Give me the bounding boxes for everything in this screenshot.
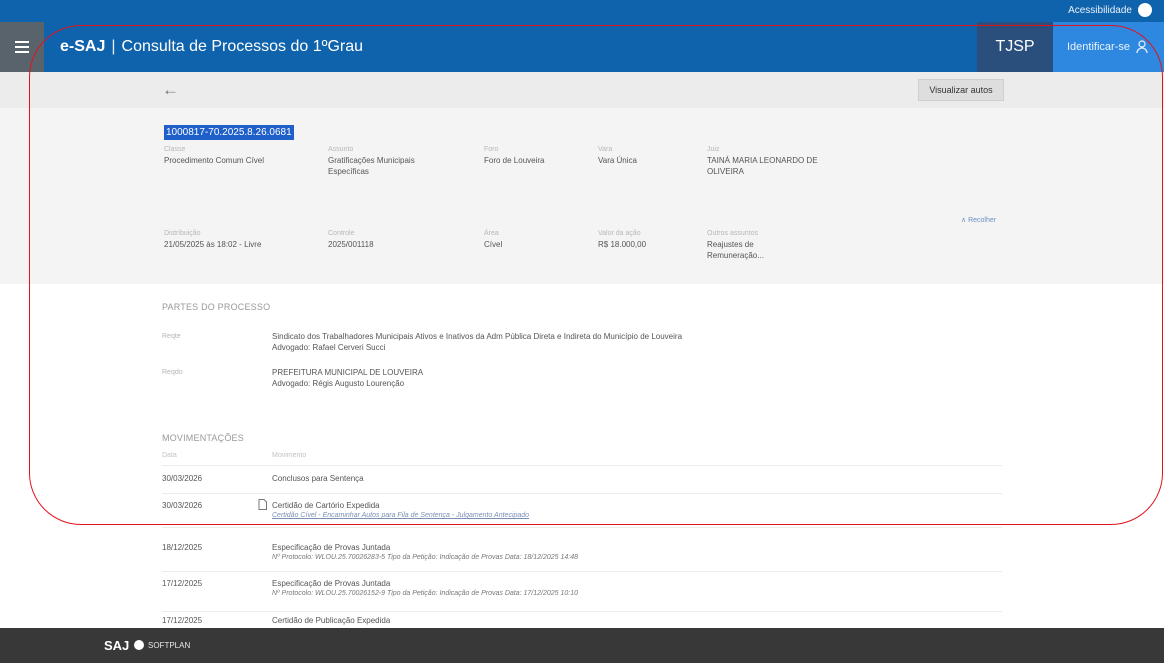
field-value: Vara Única bbox=[598, 156, 637, 165]
field-value: 21/05/2025 às 18:02 - Livre bbox=[164, 240, 262, 249]
action-bar: ← Visualizar autos bbox=[0, 72, 1164, 108]
menu-icon[interactable] bbox=[0, 22, 44, 72]
movement-row: 18/12/2025 Especificação de Provas Junta… bbox=[162, 536, 1002, 572]
movement-row: 17/12/2025 Especificação de Provas Junta… bbox=[162, 572, 1002, 612]
movement-detail-link[interactable]: Certidão Cível - Encaminhar Autos para F… bbox=[272, 512, 992, 519]
movement-row: 17/12/2025 Certidão de Publicação Expedi… bbox=[162, 612, 1002, 628]
movements-header: Data Movimento bbox=[162, 452, 1002, 466]
field-outros-assuntos: Outros assuntos Reajustes de Remuneração… bbox=[707, 228, 787, 261]
movement-text: Certidão de Publicação Expedida bbox=[272, 616, 391, 625]
footer: SAJ SOFTPLAN bbox=[0, 628, 1164, 663]
movement-row: 30/03/2026 Conclusos para Sentença bbox=[162, 467, 1002, 494]
field-controle: Controle 2025/001118 bbox=[328, 228, 438, 250]
field-juiz: Juiz TAINÁ MARIA LEONARDO DE OLIVEIRA bbox=[707, 144, 847, 177]
parties-title: PARTES DO PROCESSO bbox=[162, 302, 271, 312]
tjsp-logo[interactable]: TJSP bbox=[977, 22, 1053, 72]
document-icon[interactable] bbox=[258, 499, 267, 513]
field-label: Foro bbox=[484, 146, 499, 153]
field-assunto: Assunto Gratificações Municipais Específ… bbox=[328, 144, 438, 177]
identify-button[interactable]: Identificar-se bbox=[1053, 22, 1164, 72]
movement-detail: Nº Protocolo: WLOU.25.70026152-9 Tipo da… bbox=[272, 590, 579, 597]
field-classe: Classe Procedimento Comum Cível bbox=[164, 144, 314, 166]
movements-title: MOVIMENTAÇÕES bbox=[162, 433, 244, 443]
field-area: Área Cível bbox=[484, 228, 584, 250]
process-details: 1000817-70.2025.8.26.0681 Classe Procedi… bbox=[0, 108, 1164, 284]
field-label: Controle bbox=[328, 230, 355, 237]
navbar: e-SAJ | Consulta de Processos do 1ºGrau … bbox=[0, 22, 1164, 72]
field-label: Classe bbox=[164, 146, 186, 153]
field-label: Outros assuntos bbox=[707, 230, 758, 237]
saj-logo: SAJ bbox=[104, 638, 130, 653]
field-value[interactable]: Reajustes de Remuneração... bbox=[707, 240, 764, 260]
accessibility-label: Acessibilidade bbox=[1068, 4, 1132, 16]
accessibility-link[interactable]: Acessibilidade bbox=[1068, 3, 1152, 17]
party-lawyer: Advogado: Régis Augusto Lourenção bbox=[272, 379, 405, 388]
accessibility-icon bbox=[1138, 3, 1152, 17]
movement-date: 18/12/2025 bbox=[162, 543, 203, 552]
party-name: PREFEITURA MUNICIPAL DE LOUVEIRA bbox=[272, 368, 424, 377]
movement-date: 17/12/2025 bbox=[162, 616, 203, 625]
col-movement: Movimento bbox=[272, 452, 307, 459]
party-role: Reqte bbox=[162, 333, 181, 340]
movement-text: Especificação de Provas Juntada bbox=[272, 543, 391, 552]
col-date: Data bbox=[162, 452, 177, 459]
top-strip: Acessibilidade bbox=[0, 0, 1164, 22]
view-docs-button[interactable]: Visualizar autos bbox=[918, 79, 1004, 101]
process-number[interactable]: 1000817-70.2025.8.26.0681 bbox=[164, 125, 294, 140]
field-value: TAINÁ MARIA LEONARDO DE OLIVEIRA bbox=[707, 156, 818, 176]
movement-date: 17/12/2025 bbox=[162, 579, 203, 588]
field-value: R$ 18.000,00 bbox=[598, 240, 647, 249]
field-value: Procedimento Comum Cível bbox=[164, 156, 265, 165]
field-value: 2025/001118 bbox=[328, 240, 374, 249]
party-role: Reqdo bbox=[162, 369, 183, 376]
movement-text: Especificação de Provas Juntada bbox=[272, 579, 391, 588]
field-distribuicao: Distribuição 21/05/2025 às 18:02 - Livre bbox=[164, 228, 314, 250]
movement-text: Conclusos para Sentença bbox=[272, 474, 364, 483]
user-icon bbox=[1136, 40, 1148, 54]
party-name: Sindicato dos Trabalhadores Municipais A… bbox=[272, 332, 683, 341]
movement-row: 30/03/2026 Certidão de Cartório Expedida… bbox=[162, 494, 1002, 528]
movement-text: Certidão de Cartório Expedida bbox=[272, 501, 380, 510]
field-label: Vara bbox=[598, 146, 613, 153]
field-vara: Vara Vara Única bbox=[598, 144, 688, 166]
field-valor: Valor da ação R$ 18.000,00 bbox=[598, 228, 688, 250]
page-title: Consulta de Processos do 1ºGrau bbox=[121, 38, 364, 55]
field-label: Distribuição bbox=[164, 230, 201, 237]
movement-date: 30/03/2026 bbox=[162, 501, 203, 510]
field-label: Área bbox=[484, 230, 499, 237]
party-row: Reqdo PREFEITURA MUNICIPAL DE LOUVEIRA A… bbox=[162, 367, 1002, 393]
brand-logo-text: e-SAJ bbox=[60, 38, 106, 55]
movement-detail: Nº Protocolo: WLOU.25.70026283-5 Tipo da… bbox=[272, 554, 579, 561]
back-arrow-icon[interactable]: ← bbox=[162, 80, 179, 100]
party-row: Reqte Sindicato dos Trabalhadores Munici… bbox=[162, 331, 1002, 357]
field-value: Cível bbox=[484, 240, 503, 249]
collapse-link[interactable]: ∧ Recolher bbox=[961, 216, 996, 224]
brand-separator: | bbox=[111, 38, 116, 55]
field-label: Juiz bbox=[707, 146, 720, 153]
field-label: Valor da ação bbox=[598, 230, 641, 237]
softplan-label: SOFTPLAN bbox=[148, 640, 191, 650]
field-value: Gratificações Municipais Específicas bbox=[328, 156, 415, 176]
softplan-logo: SOFTPLAN bbox=[134, 640, 190, 650]
brand[interactable]: e-SAJ | Consulta de Processos do 1ºGrau bbox=[60, 22, 363, 72]
movement-date: 30/03/2026 bbox=[162, 474, 203, 483]
softplan-icon bbox=[134, 640, 144, 650]
identify-label: Identificar-se bbox=[1067, 41, 1130, 53]
party-lawyer: Advogado: Rafael Cerveri Succi bbox=[272, 343, 386, 352]
field-label: Assunto bbox=[328, 146, 354, 153]
field-foro: Foro Foro de Louveira bbox=[484, 144, 584, 166]
field-value: Foro de Louveira bbox=[484, 156, 545, 165]
